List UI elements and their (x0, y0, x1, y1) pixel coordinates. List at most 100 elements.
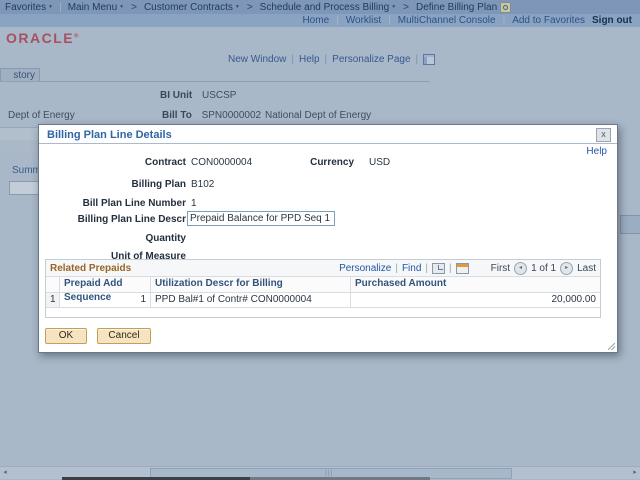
background-input-partial (9, 181, 40, 195)
breadcrumb-separator: > (246, 1, 253, 13)
dialog-help-link[interactable]: Help (586, 146, 607, 157)
chevron-down-icon: ▼ (234, 4, 240, 10)
divider: | (388, 15, 391, 26)
background-row (0, 140, 38, 152)
close-icon[interactable]: x (596, 128, 611, 142)
favorites-label: Favorites (5, 1, 47, 13)
bill-plan-line-number-value: 1 (191, 198, 197, 209)
divider: | (291, 54, 294, 65)
breadcrumb-separator: > (131, 1, 137, 13)
background-button-partial (620, 215, 640, 234)
multichannel-console-link[interactable]: MultiChannel Console (398, 15, 496, 26)
related-prepaids-grid: Related Prepaids Personalize | Find | | … (45, 259, 601, 318)
column-header-descr[interactable]: Utilization Descr for Billing (151, 277, 351, 292)
currency-value: USD (369, 157, 391, 168)
bi-unit-field: BI Unit USCSP (160, 90, 236, 101)
seq-cell: 1 (60, 293, 151, 307)
dialog-title: Billing Plan Line Details (47, 129, 172, 141)
billing-plan-line-details-dialog: Billing Plan Line Details x Help Contrac… (38, 124, 618, 353)
favorites-menu[interactable]: Favorites ▼ (5, 2, 53, 13)
screen: Favorites ▼ | Main Menu ▼ > Customer Con… (0, 0, 640, 480)
contract-label: Contract (144, 157, 186, 168)
empty-grid-row (46, 308, 600, 317)
row-number-header (46, 277, 60, 292)
crumb-label: Schedule and Process Billing (259, 1, 390, 13)
last-link[interactable]: Last (577, 263, 596, 274)
column-header-seq[interactable]: Prepaid Add Sequence (60, 277, 151, 303)
page-lookup-icon[interactable] (500, 1, 512, 13)
bill-to-value: SPN0000002 (201, 110, 262, 121)
main-menu-label: Main Menu (67, 1, 118, 13)
previous-row-icon[interactable]: ◂ (514, 261, 528, 275)
breadcrumb-separator: > (403, 1, 409, 13)
breadcrumb-schedule-process-billing[interactable]: Schedule and Process Billing ▼ (260, 2, 396, 13)
billing-plan-line-descr-input[interactable] (187, 211, 335, 226)
bill-to-label: Bill To (162, 110, 192, 121)
main-menu[interactable]: Main Menu ▼ (68, 2, 124, 13)
grid-title: Related Prepaids (50, 262, 132, 274)
crumb-label: Define Billing Plan (416, 1, 498, 13)
crumb-label: Customer Contracts (143, 1, 233, 13)
scroll-right-icon[interactable]: ▸ (630, 467, 640, 479)
column-header-amount[interactable]: Purchased Amount (351, 277, 600, 292)
divider: | (324, 54, 328, 65)
bi-unit-label: BI Unit (160, 90, 193, 101)
cancel-button[interactable]: Cancel (97, 328, 151, 344)
divider: | (395, 262, 398, 274)
find-link[interactable]: Find (402, 263, 421, 274)
zoom-grid-icon[interactable] (432, 262, 445, 274)
new-window-grid-icon[interactable] (423, 54, 436, 65)
billing-plan-label: Billing Plan (131, 179, 186, 190)
breadcrumb-define-billing-plan[interactable]: Define Billing Plan (416, 1, 512, 13)
divider: | (449, 262, 452, 274)
quantity-label: Quantity (145, 233, 186, 244)
home-link[interactable]: Home (302, 15, 329, 26)
divider: | (59, 1, 62, 13)
page-links: New Window | Help | Personalize Page | (228, 54, 436, 65)
ok-button[interactable]: OK (45, 328, 87, 344)
currency-label: Currency (310, 157, 354, 168)
worklist-link[interactable]: Worklist (346, 15, 381, 26)
divider: | (425, 262, 428, 274)
summary-tab-partial: Summ (12, 165, 41, 176)
first-link[interactable]: First (491, 263, 510, 274)
table-row: 1 1 PPD Bal#1 of Contr# CON0000004 20,00… (46, 293, 600, 308)
bill-to-customer-name: National Dept of Energy (265, 110, 372, 121)
page-info: 1 of 1 (531, 262, 557, 274)
resize-grip[interactable] (608, 343, 615, 350)
next-row-icon[interactable]: ▸ (560, 261, 574, 275)
descr-cell: PPD Bal#1 of Contr# CON0000004 (151, 293, 351, 307)
grid-controls: Personalize | Find | | First ◂ 1 of 1 ▸ … (339, 261, 596, 275)
personalize-link[interactable]: Personalize (339, 263, 391, 274)
row-number-cell: 1 (46, 293, 60, 307)
sign-out-link[interactable]: Sign out (592, 15, 632, 26)
billing-plan-value: B102 (191, 179, 215, 190)
title-divider (39, 143, 617, 144)
divider: | (502, 15, 506, 26)
scrollbar-grip: ||| (325, 470, 334, 477)
background-row (0, 127, 38, 141)
chevron-down-icon: ▼ (391, 4, 397, 10)
bill-plan-line-number-label: Bill Plan Line Number (82, 198, 186, 209)
bi-unit-value: USCSP (202, 90, 237, 101)
scroll-left-icon[interactable]: ◂ (0, 467, 10, 479)
chevron-down-icon: ▼ (119, 4, 125, 10)
amount-cell: 20,000.00 (551, 294, 597, 305)
tab-history-partial[interactable]: story (0, 68, 40, 81)
help-link[interactable]: Help (299, 54, 320, 65)
breadcrumb-customer-contracts[interactable]: Customer Contracts ▼ (144, 2, 240, 13)
tab-underline (0, 81, 430, 82)
personalize-page-link[interactable]: Personalize Page (332, 54, 410, 65)
grid-column-headers: Prepaid Add Sequence Utilization Descr f… (46, 277, 600, 303)
oracle-logo: ORACLE® (6, 30, 81, 46)
billing-plan-line-descr-label: Billing Plan Line Descr (77, 214, 186, 225)
chevron-down-icon: ▼ (48, 4, 54, 10)
breadcrumb: Favorites ▼ | Main Menu ▼ > Customer Con… (0, 0, 640, 14)
portal-header: Home | Worklist | MultiChannel Console |… (0, 14, 640, 27)
bill-to-field: Bill To SPN0000002 (162, 110, 261, 121)
add-to-favorites-link[interactable]: Add to Favorites (512, 15, 585, 26)
new-window-link[interactable]: New Window (228, 54, 286, 65)
divider: | (336, 15, 339, 26)
download-grid-icon[interactable] (455, 262, 469, 274)
contract-value: CON0000004 (191, 157, 253, 168)
